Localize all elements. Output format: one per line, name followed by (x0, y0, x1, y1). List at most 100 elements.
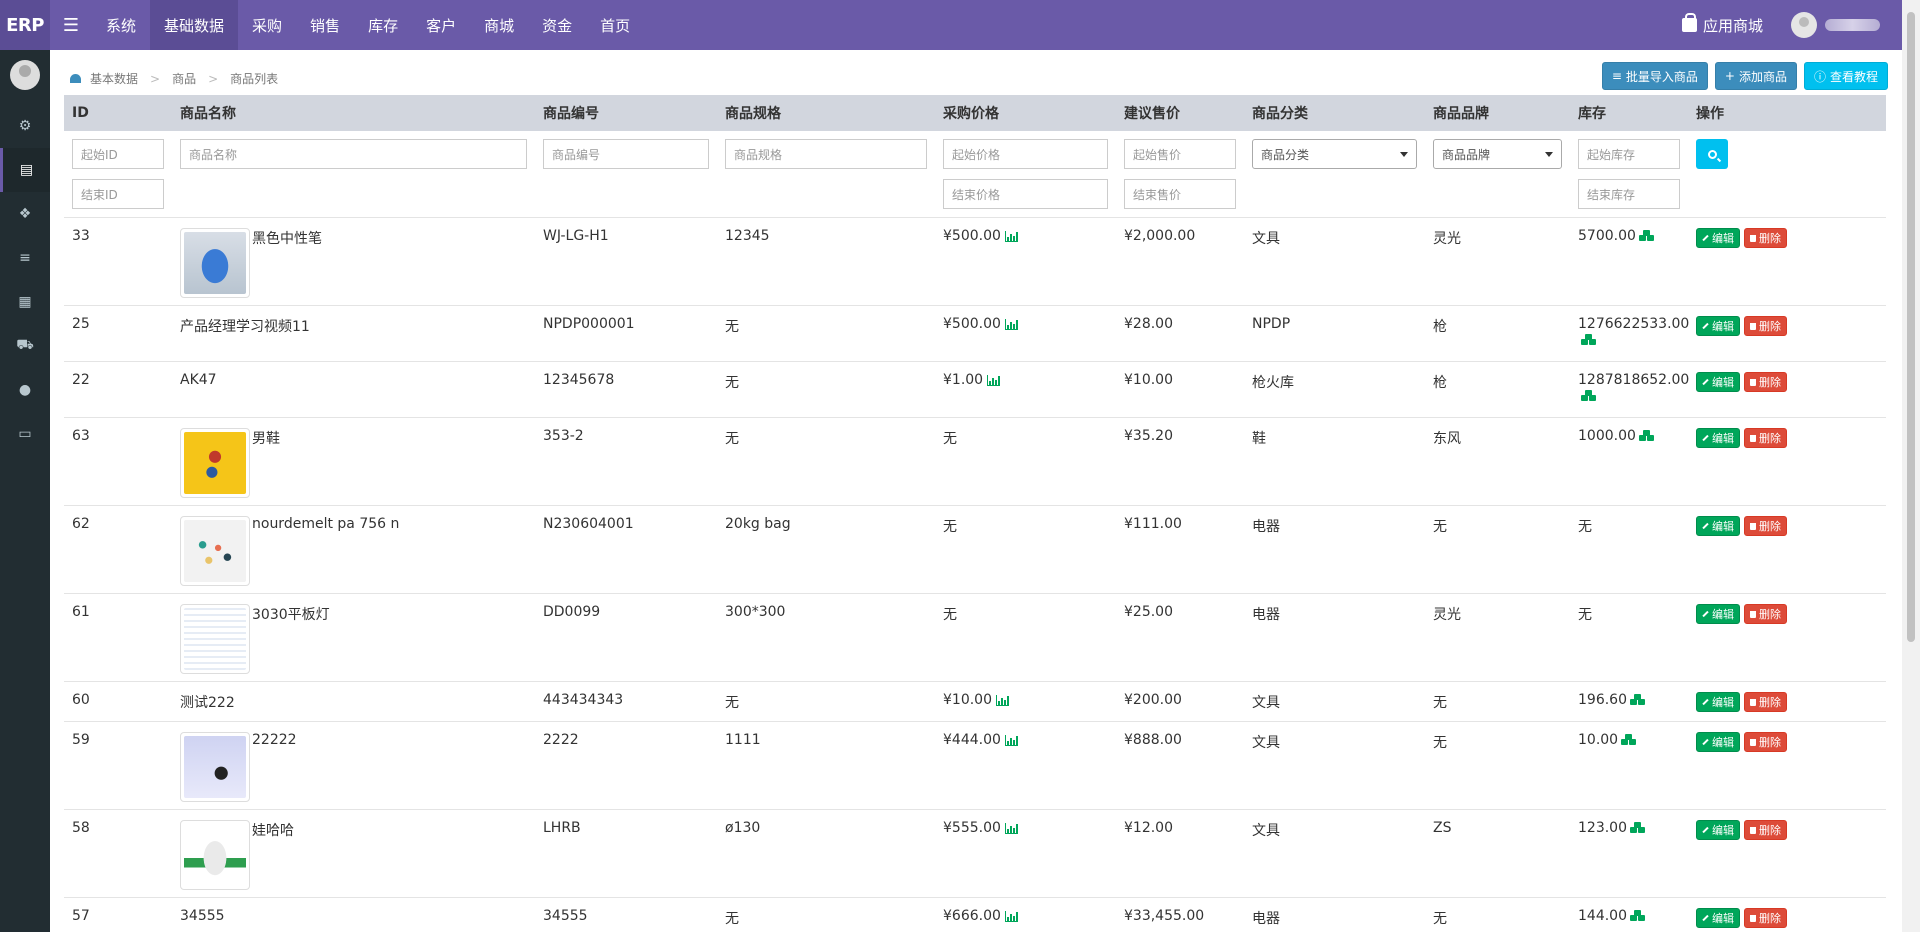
breadcrumb-item-goods[interactable]: 商品 (172, 70, 196, 87)
edit-button[interactable]: 编辑 (1696, 692, 1740, 712)
delete-button[interactable]: 删除 (1744, 228, 1787, 248)
delete-button[interactable]: 删除 (1744, 908, 1787, 928)
edit-button[interactable]: 编辑 (1696, 516, 1740, 536)
edit-button[interactable]: 编辑 (1696, 428, 1740, 448)
start-id-input[interactable]: 起始ID (72, 139, 164, 169)
price-chart-icon[interactable] (1004, 230, 1018, 242)
stock-cubes-icon[interactable] (1630, 822, 1646, 834)
user-name-blurred[interactable] (1825, 19, 1880, 31)
topnav-item[interactable]: 商城 (470, 0, 528, 50)
stock-cubes-icon[interactable] (1630, 694, 1646, 706)
start-stock-input[interactable]: 起始库存 (1578, 139, 1680, 169)
stock-cubes-icon[interactable] (1638, 230, 1655, 242)
menu-toggle-icon[interactable]: ☰ (50, 0, 92, 50)
cell-sale-price: ¥35.20 (1124, 428, 1173, 444)
app-store-link[interactable]: 应用商城 (1681, 13, 1763, 36)
product-thumbnail[interactable] (180, 428, 250, 498)
price-chart-icon[interactable] (1004, 318, 1018, 330)
sidebar-item-funds[interactable]: ▭ (0, 412, 50, 456)
product-thumbnail[interactable] (180, 732, 250, 802)
filter-row: 起始ID 结束ID 商品名称 商品编号 商品规格 起始价格 结束价格 起始售价 … (64, 131, 1886, 218)
sidebar-item-mall[interactable]: ⛟ (0, 324, 50, 368)
end-stock-input[interactable]: 结束库存 (1578, 179, 1680, 209)
edit-button[interactable]: 编辑 (1696, 372, 1740, 392)
topnav-item[interactable]: 首页 (586, 0, 644, 50)
batch-import-button[interactable]: ≡ 批量导入商品 (1601, 62, 1708, 90)
delete-label: 删除 (1759, 432, 1781, 445)
delete-button[interactable]: 删除 (1744, 692, 1787, 712)
end-id-input[interactable]: 结束ID (72, 179, 164, 209)
brand-select[interactable]: 商品品牌 (1433, 139, 1562, 169)
price-chart-icon[interactable] (996, 694, 1009, 706)
price-chart-icon[interactable] (987, 374, 1001, 386)
stock-cubes-icon[interactable] (1638, 430, 1655, 442)
code-input[interactable]: 商品编号 (543, 139, 709, 169)
user-avatar[interactable] (1791, 12, 1817, 38)
scrollbar-thumb[interactable] (1907, 12, 1915, 642)
edit-button[interactable]: 编辑 (1696, 732, 1740, 752)
topnav-item[interactable]: 库存 (354, 0, 412, 50)
stock-cubes-icon[interactable] (1621, 734, 1637, 746)
product-thumbnail[interactable] (180, 820, 250, 890)
add-goods-button[interactable]: + 添加商品 (1714, 62, 1797, 90)
topnav-item[interactable]: 系统 (92, 0, 150, 50)
stock-cubes-icon[interactable] (1630, 910, 1646, 922)
delete-button[interactable]: 删除 (1744, 604, 1787, 624)
sidebar-item-system[interactable]: ⚙ (0, 104, 50, 148)
delete-button[interactable]: 删除 (1744, 516, 1787, 536)
cell-purchase-price: ¥555.00 (943, 820, 1001, 836)
product-thumbnail[interactable] (180, 604, 250, 674)
product-thumbnail[interactable] (180, 516, 250, 586)
topnav-item[interactable]: 采购 (238, 0, 296, 50)
gears-icon: ⚙ (18, 118, 32, 134)
topnav-item[interactable]: 客户 (412, 0, 470, 50)
sidebar-item-basic-data[interactable]: ▤ (0, 148, 50, 192)
name-input[interactable]: 商品名称 (180, 139, 527, 169)
price-chart-icon[interactable] (1004, 734, 1018, 746)
cell-stock: 无 (1578, 519, 1592, 535)
delete-button[interactable]: 删除 (1744, 732, 1787, 752)
topnav-item[interactable]: 销售 (296, 0, 354, 50)
edit-label: 编辑 (1712, 232, 1734, 245)
edit-button[interactable]: 编辑 (1696, 228, 1740, 248)
cell-id: 60 (72, 692, 90, 708)
start-sale-input[interactable]: 起始售价 (1124, 139, 1236, 169)
app-logo[interactable]: ERP (0, 0, 50, 50)
delete-button[interactable]: 删除 (1744, 428, 1787, 448)
price-chart-icon[interactable] (1004, 910, 1018, 922)
trash-icon (1750, 434, 1756, 442)
stock-cubes-icon[interactable] (1581, 334, 1597, 346)
start-price-input[interactable]: 起始价格 (943, 139, 1108, 169)
vertical-scrollbar[interactable] (1902, 0, 1920, 932)
add-goods-label: 添加商品 (1738, 69, 1787, 84)
delete-button[interactable]: 删除 (1744, 372, 1787, 392)
category-select[interactable]: 商品分类 (1252, 139, 1417, 169)
sidebar-avatar[interactable] (10, 60, 40, 90)
cell-sale-price: ¥12.00 (1124, 820, 1173, 836)
breadcrumb-item-basic-data[interactable]: 基本数据 (90, 70, 138, 87)
edit-button[interactable]: 编辑 (1696, 908, 1740, 928)
delete-button[interactable]: 删除 (1744, 316, 1787, 336)
spec-input[interactable]: 商品规格 (725, 139, 927, 169)
price-chart-icon[interactable] (1004, 822, 1018, 834)
product-thumbnail[interactable] (180, 228, 250, 298)
sidebar-item-list[interactable]: ≡ (0, 236, 50, 280)
cell-purchase-price: ¥666.00 (943, 908, 1001, 924)
table-row: 25 产品经理学习视频11 NPDP000001 无 ¥500.00 ¥28.0… (64, 305, 1886, 362)
table-row: 60 测试222 443434343 无 ¥10.00 ¥200.00 文具 无… (64, 681, 1886, 722)
col-spec: 商品规格 (717, 95, 935, 131)
edit-button[interactable]: 编辑 (1696, 316, 1740, 336)
sidebar-item-purchase[interactable]: ❖ (0, 192, 50, 236)
topnav-item[interactable]: 基础数据 (150, 0, 239, 50)
topnav-item[interactable]: 资金 (528, 0, 586, 50)
edit-button[interactable]: 编辑 (1696, 820, 1740, 840)
end-sale-input[interactable]: 结束售价 (1124, 179, 1236, 209)
tutorial-button[interactable]: ⓘ 查看教程 (1803, 62, 1888, 90)
end-price-input[interactable]: 结束价格 (943, 179, 1108, 209)
search-button[interactable] (1696, 139, 1728, 169)
sidebar-item-grid[interactable]: ▦ (0, 280, 50, 324)
delete-button[interactable]: 删除 (1744, 820, 1787, 840)
sidebar-item-customer[interactable]: ● (0, 368, 50, 412)
stock-cubes-icon[interactable] (1581, 390, 1597, 402)
edit-button[interactable]: 编辑 (1696, 604, 1740, 624)
